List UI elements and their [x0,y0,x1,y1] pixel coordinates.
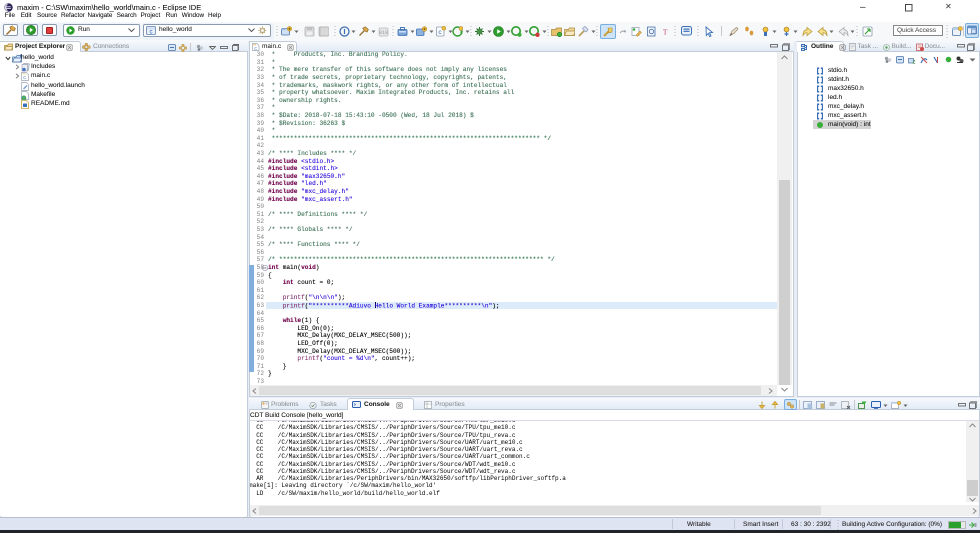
svg-text:T: T [663,27,668,36]
svg-text:c: c [23,76,26,82]
svg-text:z: z [913,60,916,65]
svg-text:010: 010 [379,30,388,36]
svg-text:c: c [150,30,153,35]
